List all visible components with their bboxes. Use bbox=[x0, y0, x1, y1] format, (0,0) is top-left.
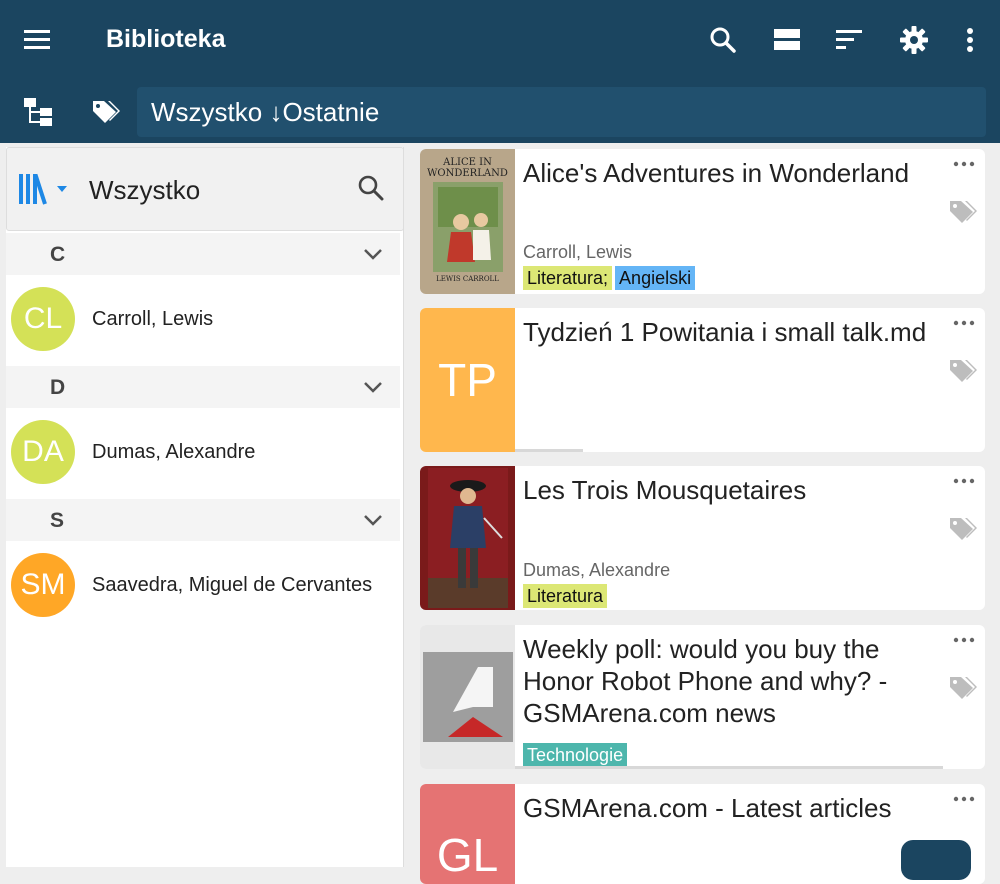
cover-author: LEWIS CARROLL bbox=[436, 275, 499, 283]
tag-chip[interactable]: Literatura bbox=[523, 584, 608, 608]
avatar: CL bbox=[11, 287, 75, 351]
app-title: Biblioteka bbox=[106, 25, 226, 53]
tag-icon[interactable] bbox=[948, 516, 978, 544]
reading-progress bbox=[515, 449, 583, 452]
book-cover: ALICE IN WONDERLAND LEWIS CARROLL bbox=[420, 149, 515, 294]
sidebar-title: Wszystko bbox=[89, 175, 201, 205]
app-bar: Biblioteka bbox=[0, 0, 1000, 80]
sidebar-header: Wszystko bbox=[6, 147, 404, 231]
tag-chip[interactable]: Technologie bbox=[523, 743, 628, 767]
sort-icon[interactable] bbox=[832, 22, 868, 58]
more-options-icon[interactable] bbox=[953, 316, 975, 330]
more-options-icon[interactable] bbox=[953, 792, 975, 806]
cover-illustration bbox=[427, 468, 508, 608]
book-card[interactable]: Les Trois Mousquetaires Dumas, Alexandre… bbox=[420, 466, 985, 610]
more-options-icon[interactable] bbox=[953, 474, 975, 488]
author-item[interactable]: SM Saavedra, Miguel de Cervantes bbox=[6, 541, 400, 631]
author-name: Dumas, Alexandre bbox=[92, 441, 256, 463]
avatar: DA bbox=[11, 420, 75, 484]
view-mode-icon[interactable] bbox=[769, 22, 805, 58]
book-card[interactable]: TP Tydzień 1 Powitania i small talk.md bbox=[420, 308, 985, 452]
tag-icon[interactable] bbox=[948, 199, 978, 227]
book-title: Tydzień 1 Powitania i small talk.md bbox=[523, 317, 927, 347]
section-header-c[interactable]: C bbox=[6, 233, 400, 275]
author-item[interactable]: DA Dumas, Alexandre bbox=[6, 408, 400, 498]
article-thumbnail bbox=[420, 625, 515, 769]
author-name: Saavedra, Miguel de Cervantes bbox=[92, 574, 373, 596]
article-card[interactable]: Weekly poll: would you buy the Honor Rob… bbox=[420, 625, 985, 769]
tag-list: Literatura; Angielski bbox=[523, 266, 696, 290]
tag-icon[interactable] bbox=[948, 675, 978, 703]
more-options-icon[interactable] bbox=[953, 157, 975, 171]
filter-field[interactable]: Wszystko ↓Ostatnie bbox=[137, 87, 986, 137]
book-author: Dumas, Alexandre bbox=[523, 560, 671, 580]
book-title: Alice's Adventures in Wonderland bbox=[523, 158, 910, 188]
author-name: Carroll, Lewis bbox=[92, 308, 214, 330]
add-button[interactable] bbox=[901, 840, 971, 880]
chevron-down-icon[interactable] bbox=[362, 376, 384, 398]
tag-list: Literatura bbox=[523, 584, 608, 608]
article-image bbox=[422, 652, 513, 742]
section-letter: S bbox=[50, 509, 65, 532]
hierarchy-icon[interactable] bbox=[18, 92, 58, 132]
menu-icon[interactable] bbox=[22, 25, 52, 55]
chevron-down-icon[interactable] bbox=[362, 243, 384, 265]
book-card[interactable]: ALICE IN WONDERLAND LEWIS CARROLL Alice'… bbox=[420, 149, 985, 294]
cover-title: ALICE IN WONDERLAND bbox=[427, 157, 508, 179]
tag-icon[interactable] bbox=[948, 358, 978, 386]
tag-chip[interactable]: Literatura; bbox=[523, 266, 613, 290]
tags-icon[interactable] bbox=[86, 92, 126, 132]
author-item[interactable]: CL Carroll, Lewis bbox=[6, 275, 400, 365]
avatar: SM bbox=[11, 553, 75, 617]
book-initials-thumb: GL bbox=[420, 784, 515, 884]
reading-progress bbox=[515, 766, 943, 769]
book-cover bbox=[420, 466, 515, 610]
chevron-down-icon[interactable] bbox=[362, 509, 384, 531]
book-title: Les Trois Mousquetaires bbox=[523, 475, 807, 505]
overflow-menu-icon[interactable] bbox=[952, 22, 988, 58]
article-title: Weekly poll: would you buy the Honor Rob… bbox=[523, 634, 888, 728]
cover-illustration bbox=[432, 182, 503, 272]
section-header-d[interactable]: D bbox=[6, 366, 400, 408]
article-title: GSMArena.com - Latest articles bbox=[523, 793, 892, 823]
more-options-icon[interactable] bbox=[953, 633, 975, 647]
tag-list: Technologie bbox=[523, 743, 628, 767]
section-letter: D bbox=[50, 376, 66, 399]
sidebar-search-icon[interactable] bbox=[357, 174, 389, 206]
book-author: Carroll, Lewis bbox=[523, 242, 633, 262]
search-icon[interactable] bbox=[705, 22, 741, 58]
section-letter: C bbox=[50, 243, 66, 266]
author-sidebar: Wszystko C CL Carroll, Lewis D DA Dumas,… bbox=[6, 147, 404, 867]
tag-chip[interactable]: Angielski bbox=[615, 266, 696, 290]
section-header-s[interactable]: S bbox=[6, 499, 400, 541]
library-dropdown[interactable] bbox=[17, 172, 73, 206]
book-initials-thumb: TP bbox=[420, 308, 515, 452]
settings-gear-icon[interactable] bbox=[896, 22, 932, 58]
